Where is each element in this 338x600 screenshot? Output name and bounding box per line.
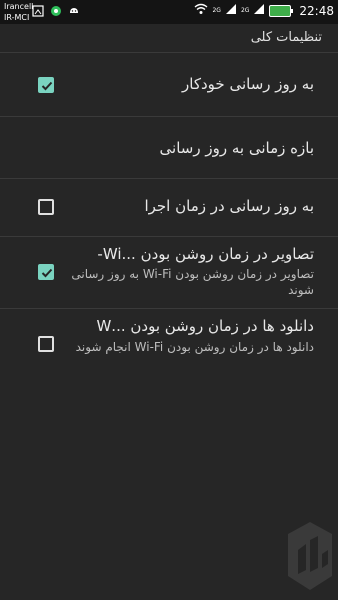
pref-downloads-wifi-title: دانلود ها در زمان روشن بودن ...W xyxy=(96,317,314,335)
pref-update-on-launch[interactable]: به روز رسانی در زمان اجرا xyxy=(0,179,338,237)
pref-auto-update-title: به روز رسانی خودکار xyxy=(182,75,314,93)
green-app-icon xyxy=(50,5,62,17)
settings-category-title: تنظیمات کلی xyxy=(250,30,322,45)
wifi-icon xyxy=(194,3,208,18)
notification-icons xyxy=(32,5,80,17)
pref-images-wifi[interactable]: تصاویر در زمان روشن بودن ...Wi- تصاویر د… xyxy=(0,237,338,309)
android-icon xyxy=(68,5,80,17)
status-indicators: 2G 2G 22:48 xyxy=(194,3,334,18)
app-logo-watermark xyxy=(284,520,336,592)
signal-icon xyxy=(225,3,237,18)
pref-images-wifi-checkbox[interactable] xyxy=(38,264,54,280)
screenshot-icon xyxy=(32,5,44,17)
checkmark-icon xyxy=(41,268,53,278)
pref-update-interval[interactable]: بازه زمانی به روز رسانی xyxy=(0,117,338,179)
signal-icon-2 xyxy=(253,3,265,18)
carrier-name-1: Irancell xyxy=(4,2,34,11)
pref-images-wifi-summary: تصاویر در زمان روشن بودن Wi-Fi به روز رس… xyxy=(71,267,314,297)
pref-update-on-launch-title: به روز رسانی در زمان اجرا xyxy=(144,197,314,215)
carrier-name-2: IR-MCI xyxy=(4,13,30,22)
network-type-1: 2G xyxy=(212,6,221,14)
pref-auto-update-checkbox[interactable] xyxy=(38,77,54,93)
pref-downloads-wifi-summary: دانلود ها در زمان روشن بودن Wi-Fi انجام … xyxy=(75,340,314,354)
carrier-info: Irancell IR-MCI xyxy=(4,1,33,23)
status-bar: Irancell IR-MCI 2G 2G 22:48 xyxy=(0,0,338,24)
pref-downloads-wifi-checkbox[interactable] xyxy=(38,336,54,352)
pref-update-interval-title: بازه زمانی به روز رسانی xyxy=(159,139,314,157)
battery-icon xyxy=(269,4,294,17)
pref-update-on-launch-checkbox[interactable] xyxy=(38,199,54,215)
network-type-2: 2G xyxy=(240,6,250,14)
checkmark-icon xyxy=(41,81,53,91)
pref-images-wifi-title: تصاویر در زمان روشن بودن ...Wi- xyxy=(97,245,314,263)
pref-downloads-wifi[interactable]: دانلود ها در زمان روشن بودن ...W دانلود … xyxy=(0,309,338,381)
pref-auto-update[interactable]: به روز رسانی خودکار xyxy=(0,53,338,117)
clock: 22:48 xyxy=(299,3,334,18)
